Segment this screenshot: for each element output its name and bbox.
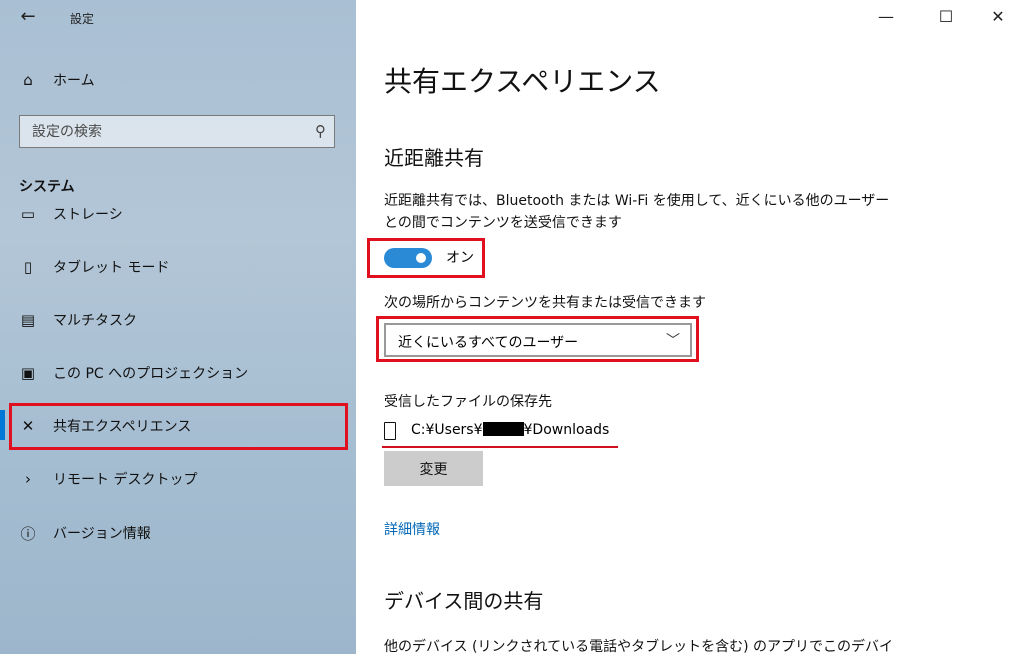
maximize-icon: ☐ xyxy=(938,7,954,26)
sidebar: ← 設定 ⌂ ホーム ⚲ システム ▭ ストレーシ ▯ タブレット モード ▤ … xyxy=(0,0,356,654)
change-button[interactable]: 変更 xyxy=(384,451,483,486)
sidebar-item-label: ストレーシ xyxy=(53,207,123,223)
search-input[interactable] xyxy=(20,116,300,147)
sidebar-topbar: ← 設定 xyxy=(0,0,356,36)
sidebar-item-about[interactable]: ⓘ バージョン情報 xyxy=(0,513,356,553)
info-icon: ⓘ xyxy=(20,524,36,543)
path-underline xyxy=(382,446,618,448)
cross-device-heading: デバイス間の共有 xyxy=(384,589,544,613)
minimize-icon: — xyxy=(878,7,894,26)
sidebar-item-label: タブレット モード xyxy=(53,260,170,276)
sidebar-item-home[interactable]: ⌂ ホーム xyxy=(0,60,356,100)
details-link[interactable]: 詳細情報 xyxy=(384,519,440,539)
maximize-button[interactable]: ☐ xyxy=(926,4,966,30)
sidebar-item-multitask[interactable]: ▤ マルチタスク xyxy=(0,300,356,340)
sidebar-item-label: この PC へのプロジェクション xyxy=(53,366,249,382)
sidebar-item-tablet-mode[interactable]: ▯ タブレット モード xyxy=(0,247,356,287)
minimize-button[interactable]: — xyxy=(866,4,906,30)
app-title: 設定 xyxy=(70,12,95,26)
section-header-system: システム xyxy=(19,179,75,195)
search-icon[interactable]: ⚲ xyxy=(315,122,326,140)
save-path-prefix: C:¥Users¥ xyxy=(411,422,483,438)
sidebar-item-label: マルチタスク xyxy=(53,313,137,329)
close-button[interactable]: ✕ xyxy=(978,4,1018,30)
nearby-sharing-heading: 近距離共有 xyxy=(384,146,484,170)
main-content: — ☐ ✕ 共有エクスペリエンス 近距離共有 近距離共有では、Bluetooth… xyxy=(356,0,1024,655)
search-box: ⚲ xyxy=(19,115,335,148)
back-button[interactable]: ← xyxy=(14,6,42,30)
sidebar-item-projection[interactable]: ▣ この PC へのプロジェクション xyxy=(0,353,356,393)
redacted-username xyxy=(482,422,524,436)
back-arrow-icon: ← xyxy=(20,6,36,27)
close-icon: ✕ xyxy=(991,7,1005,26)
sidebar-item-label: バージョン情報 xyxy=(53,526,151,542)
share-from-label: 次の場所からコンテンツを共有または受信できます xyxy=(384,295,706,311)
highlight-box-sidebar-active xyxy=(9,403,348,450)
sidebar-item-label: ホーム xyxy=(53,73,95,89)
save-path-suffix: ¥Downloads xyxy=(523,422,610,438)
page-title: 共有エクスペリエンス xyxy=(384,65,661,98)
sidebar-item-remote-desktop[interactable]: › リモート デスクトップ xyxy=(0,459,356,499)
save-path-text: C:¥Users¥ ¥Downloads xyxy=(411,422,609,438)
sidebar-item-label: リモート デスクトップ xyxy=(53,472,198,488)
multitask-icon: ▤ xyxy=(20,311,36,329)
storage-icon: ▭ xyxy=(20,205,36,223)
cross-device-description: 他のデバイス (リンクされている電話やタブレットを含む) のアプリでこのデバイ xyxy=(384,639,893,655)
save-location-label: 受信したファイルの保存先 xyxy=(384,394,552,410)
tablet-icon: ▯ xyxy=(23,258,33,276)
highlight-box-dropdown xyxy=(376,316,699,362)
sidebar-item-storage[interactable]: ▭ ストレーシ xyxy=(0,194,356,234)
projection-icon: ▣ xyxy=(20,364,36,382)
remote-desktop-icon: › xyxy=(25,470,31,488)
highlight-box-toggle xyxy=(367,238,485,278)
home-icon: ⌂ xyxy=(23,71,33,89)
nearby-sharing-description: 近距離共有では、Bluetooth または Wi-Fi を使用して、近くにいる他… xyxy=(384,193,890,231)
file-icon xyxy=(384,422,396,440)
